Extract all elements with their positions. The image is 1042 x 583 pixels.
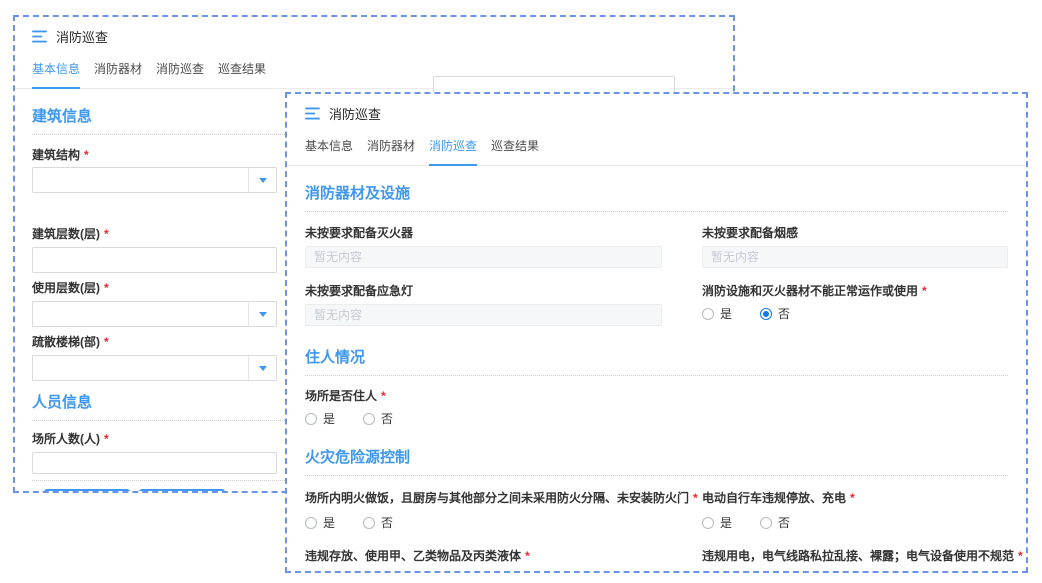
field-label: 消防设施和灭火器材不能正常运作或使用 * (702, 284, 1008, 298)
radio-yes[interactable]: 是 (702, 305, 732, 322)
section-title-residence: 住人情况 (305, 346, 1008, 367)
tab-fire-equipment[interactable]: 消防器材 (367, 137, 415, 165)
radio-circle-icon (363, 413, 375, 425)
field-electrical-violation: 违规用电，电气线路私拉乱接、裸露；电气设备使用不规范 * 是 否 (702, 531, 1023, 573)
section-title-equipment: 消防器材及设施 (305, 182, 1008, 203)
required-asterisk: * (693, 491, 698, 505)
required-asterisk: * (84, 148, 89, 162)
tab-inspection-result[interactable]: 巡查结果 (491, 137, 539, 165)
required-asterisk: * (525, 549, 530, 563)
field-extinguisher: 未按要求配备灭火器 暂无内容 (305, 212, 662, 268)
radio-yes[interactable]: 是 (702, 572, 732, 573)
field-equipment-not-working: 消防设施和灭火器材不能正常运作或使用 * 是 否 (702, 268, 1008, 326)
radio-yes[interactable]: 是 (305, 410, 335, 427)
select-caret-zone[interactable] (248, 356, 276, 380)
field-label: 违规存放、使用甲、乙类物品及丙类液体 * (305, 549, 662, 563)
radio-no[interactable]: 否 (760, 305, 790, 322)
radio-no[interactable]: 否 (363, 410, 393, 427)
section-title-hazard: 火灾危险源控制 (305, 446, 1008, 467)
radio-circle-icon (702, 308, 714, 320)
extinguisher-disabled-input: 暂无内容 (305, 246, 662, 268)
field-label: 电动自行车违规停放、充电 * (702, 491, 1008, 505)
page-title: 消防巡查 (56, 27, 108, 46)
field-emergency-light: 未按要求配备应急灯 暂无内容 (305, 268, 662, 326)
floors-input[interactable] (32, 247, 277, 273)
field-label: 未按要求配备灭火器 (305, 226, 662, 240)
radio-group-occupied: 是 否 (305, 410, 1008, 427)
tab-inspection-result[interactable]: 巡查结果 (218, 60, 266, 88)
structure-select[interactable] (32, 167, 277, 193)
radio-circle-icon (760, 517, 772, 529)
field-ebike-parking: 电动自行车违规停放、充电 * 是 否 (702, 476, 1008, 531)
field-label: 违规用电，电气线路私拉乱接、裸露；电气设备使用不规范 * (702, 549, 1023, 563)
radio-yes[interactable]: 是 (702, 514, 732, 531)
smoke-disabled-input: 暂无内容 (702, 246, 1008, 268)
field-open-fire-cooking: 场所内明火做饭，且厨房与其他部分之间未采用防火分隔、未安装防火门 * 是 否 (305, 476, 662, 531)
radio-circle-icon (305, 517, 317, 529)
field-label-occupied: 场所是否住人 * (305, 389, 1008, 403)
required-asterisk: * (922, 284, 927, 298)
radio-circle-icon (363, 517, 375, 529)
save-draft-button[interactable]: 暂存 (139, 489, 225, 493)
required-asterisk: * (104, 432, 109, 446)
field-label: 未按要求配备烟感 (702, 226, 1008, 240)
emergency-light-disabled-input: 暂无内容 (305, 304, 662, 326)
chevron-down-icon (259, 312, 267, 317)
required-asterisk: * (104, 227, 109, 241)
tab-fire-inspection[interactable]: 消防巡查 (429, 137, 477, 166)
used-floors-select[interactable] (32, 301, 277, 327)
required-asterisk: * (381, 389, 386, 403)
tab-basic-info[interactable]: 基本信息 (32, 60, 80, 89)
tab-basic-info[interactable]: 基本信息 (305, 137, 353, 165)
required-asterisk: * (104, 281, 109, 295)
flammable-storage-detail-link[interactable]: 1、厨房、浴室存放装载量超过2个15kg的液化石油气瓶 (305, 570, 662, 573)
radio-no[interactable]: 否 (363, 514, 393, 531)
required-asterisk: * (850, 491, 855, 505)
chevron-down-icon (259, 178, 267, 183)
field-label: 场所内明火做饭，且厨房与其他部分之间未采用防火分隔、未安装防火门 * (305, 491, 662, 505)
menu-collapse-icon[interactable] (32, 30, 47, 43)
select-caret-zone[interactable] (248, 168, 276, 192)
page-title: 消防巡查 (329, 104, 381, 123)
radio-yes[interactable]: 是 (305, 514, 335, 531)
fire-inspection-form: 消防器材及设施 未按要求配备灭火器 暂无内容 未按要求配备烟感 暂无内容 未按要… (287, 182, 1026, 573)
field-flammable-storage: 违规存放、使用甲、乙类物品及丙类液体 * 1、厨房、浴室存放装载量超过2个15k… (305, 531, 662, 573)
tab-fire-inspection[interactable]: 消防巡查 (156, 60, 204, 88)
radio-group-not-working: 是 否 (702, 305, 1008, 322)
submit-button[interactable]: 提交 (44, 489, 130, 493)
radio-no[interactable]: 否 (760, 572, 790, 573)
menu-collapse-icon[interactable] (305, 107, 320, 120)
window-header: 消防巡查 (15, 17, 733, 46)
tab-fire-equipment[interactable]: 消防器材 (94, 60, 142, 88)
select-caret-zone[interactable] (248, 302, 276, 326)
radio-circle-icon (702, 517, 714, 529)
radio-group-open-fire: 是 否 (305, 514, 662, 531)
radio-circle-icon (760, 308, 772, 320)
radio-group-electrical: 是 否 (702, 572, 1023, 573)
radio-circle-icon (305, 413, 317, 425)
field-label: 未按要求配备应急灯 (305, 284, 662, 298)
window-fire-inspection: 消防巡查 基本信息 消防器材 消防巡查 巡查结果 消防器材及设施 未按要求配备灭… (285, 92, 1028, 573)
people-count-input[interactable] (32, 452, 277, 474)
required-asterisk: * (1018, 549, 1023, 563)
radio-group-ebike: 是 否 (702, 514, 1008, 531)
dotted-divider (305, 375, 1008, 376)
window-header: 消防巡查 (287, 94, 1026, 123)
chevron-down-icon (259, 366, 267, 371)
radio-no[interactable]: 否 (760, 514, 790, 531)
stairs-select[interactable] (32, 355, 277, 381)
field-smoke-detector: 未按要求配备烟感 暂无内容 (702, 212, 1008, 268)
required-asterisk: * (104, 335, 109, 349)
tab-bar: 基本信息 消防器材 消防巡查 巡查结果 (287, 123, 1026, 166)
